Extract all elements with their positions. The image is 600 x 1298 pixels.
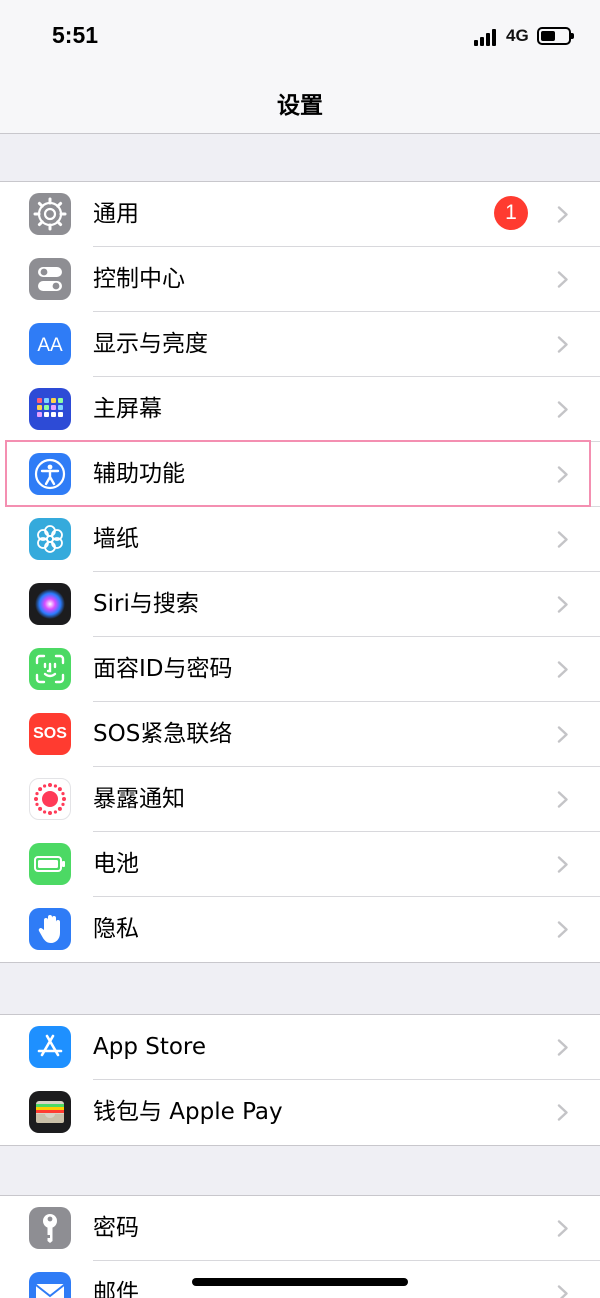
status-time: 5:51	[52, 22, 99, 48]
settings-group-store: App Store 钱包与 Apple Pay	[0, 1014, 600, 1146]
chevron-right-icon	[557, 791, 568, 808]
settings-row-label: 墙纸	[93, 526, 139, 552]
settings-row-label: 控制中心	[93, 266, 185, 292]
settings-row-battery[interactable]: 电池	[0, 832, 600, 897]
settings-row-label: SOS紧急联络	[93, 721, 233, 747]
flower-icon	[29, 518, 71, 560]
settings-row-label: 电池	[93, 851, 139, 877]
settings-row-label: 邮件	[93, 1280, 139, 1298]
settings-row-label: 隐私	[93, 916, 139, 942]
battery-icon	[29, 843, 71, 885]
settings-row-emergency-sos[interactable]: SOS SOS紧急联络	[0, 702, 600, 767]
aa-icon: AA	[29, 323, 71, 365]
siri-icon	[29, 583, 71, 625]
sos-icon: SOS	[29, 713, 71, 755]
settings-row-siri-search[interactable]: Siri与搜索	[0, 572, 600, 637]
settings-row-label: 暴露通知	[93, 786, 185, 812]
chevron-right-icon	[557, 661, 568, 678]
settings-row-face-id-passcode[interactable]: 面容ID与密码	[0, 637, 600, 702]
sos-icon-text: SOS	[33, 725, 67, 742]
settings-row-label: 辅助功能	[93, 461, 185, 487]
settings-row-label: 钱包与 Apple Pay	[93, 1099, 283, 1125]
face-id-icon	[29, 648, 71, 690]
svg-text:AA: AA	[37, 335, 63, 356]
settings-row-label: 显示与亮度	[93, 331, 208, 357]
chevron-right-icon	[557, 856, 568, 873]
settings-row-exposure-notifications[interactable]: 暴露通知	[0, 767, 600, 832]
status-bar: 5:51 4G	[0, 0, 600, 72]
navigation-bar: 设置	[0, 72, 600, 134]
home-grid-icon	[29, 388, 71, 430]
chevron-right-icon	[557, 1104, 568, 1121]
switches-icon	[29, 258, 71, 300]
home-indicator[interactable]	[192, 1278, 408, 1286]
mail-icon	[29, 1272, 71, 1298]
battery-status-icon	[537, 27, 574, 45]
settings-row-home-screen[interactable]: 主屏幕	[0, 377, 600, 442]
app-store-icon	[29, 1026, 71, 1068]
settings-row-wallet-apple-pay[interactable]: 钱包与 Apple Pay	[0, 1080, 600, 1145]
chevron-right-icon	[557, 1220, 568, 1237]
settings-row-privacy[interactable]: 隐私	[0, 897, 600, 962]
network-type: 4G	[506, 26, 529, 45]
hand-icon	[29, 908, 71, 950]
settings-row-label: 主屏幕	[93, 396, 162, 422]
chevron-right-icon	[557, 726, 568, 743]
settings-row-wallpaper[interactable]: 墙纸	[0, 507, 600, 572]
settings-group-main: 通用 控制中心 AA 显示与亮度 主屏幕 辅助功能 墙纸 Siri与搜索 面容I…	[0, 181, 600, 963]
exposure-icon	[29, 778, 71, 820]
chevron-right-icon	[557, 206, 568, 223]
notification-badge: 1	[494, 196, 528, 230]
gear-icon	[29, 193, 71, 235]
chevron-right-icon	[557, 531, 568, 548]
chevron-right-icon	[557, 466, 568, 483]
settings-row-label: Siri与搜索	[93, 591, 199, 617]
settings-row-display-brightness[interactable]: AA 显示与亮度	[0, 312, 600, 377]
settings-row-label: App Store	[93, 1034, 207, 1060]
settings-row-label: 密码	[93, 1215, 139, 1241]
key-icon	[29, 1207, 71, 1249]
chevron-right-icon	[557, 271, 568, 288]
chevron-right-icon	[557, 336, 568, 353]
chevron-right-icon	[557, 596, 568, 613]
chevron-right-icon	[557, 1039, 568, 1056]
chevron-right-icon	[557, 921, 568, 938]
settings-row-control-center[interactable]: 控制中心	[0, 247, 600, 312]
settings-row-passwords[interactable]: 密码	[0, 1196, 600, 1261]
chevron-right-icon	[557, 1285, 568, 1298]
settings-row-accessibility[interactable]: 辅助功能	[0, 442, 600, 507]
accessibility-icon	[29, 453, 71, 495]
page-title: 设置	[277, 92, 323, 119]
wallet-icon	[29, 1091, 71, 1133]
settings-row-label: 面容ID与密码	[93, 656, 233, 682]
settings-row-label: 通用	[93, 201, 139, 227]
cellular-signal-icon	[474, 28, 500, 46]
settings-row-app-store[interactable]: App Store	[0, 1015, 600, 1080]
chevron-right-icon	[557, 401, 568, 418]
